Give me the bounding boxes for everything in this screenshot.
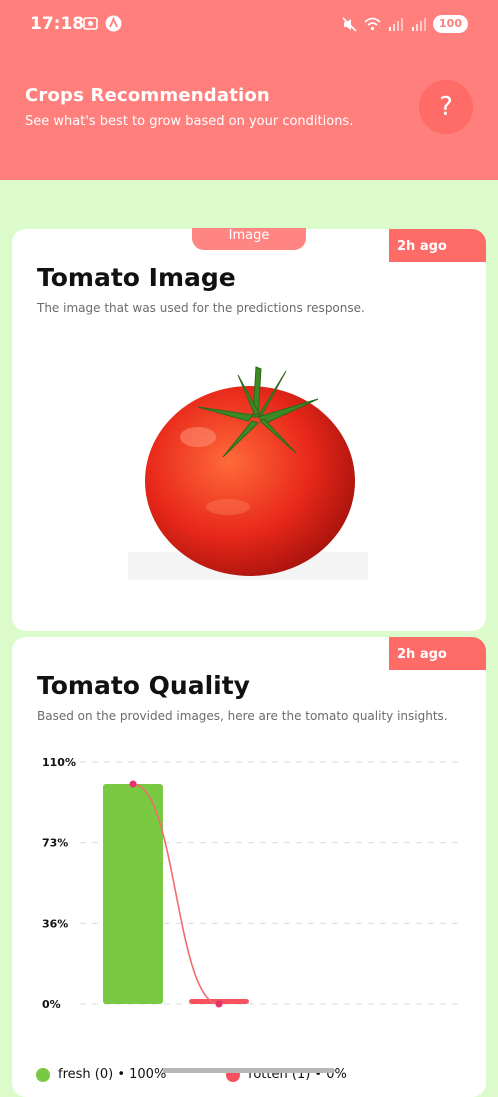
y-tick-label: 36% [42,917,68,930]
help-button[interactable]: ? [419,80,473,134]
data-point-fresh [129,780,137,788]
home-indicator[interactable] [163,1068,335,1073]
tomato-quality-card: 2h ago Tomato Quality Based on the provi… [12,637,486,1097]
status-icons-left [82,15,122,32]
y-tick-label: 0% [42,998,61,1011]
wifi-icon [364,16,381,33]
y-tick-label: 73% [42,837,68,850]
battery-icon: 100 [433,15,468,33]
help-icon: ? [439,92,453,122]
card-description: The image that was used for the predicti… [37,301,365,315]
signal-icon [410,16,427,33]
status-bar: 17:18 100 [0,0,498,52]
legend-dot-fresh [36,1067,50,1082]
card-title: Tomato Image [37,263,236,292]
quality-chart: 110% 73% 36% 0% [42,756,462,1011]
status-time: 17:18 [30,14,85,34]
status-icons-right: 100 [341,15,468,33]
time-badge: 2h ago [389,229,486,262]
tomato-image-card: Image 2h ago Tomato Image The image that… [12,228,486,631]
y-tick-label: 110% [42,756,76,769]
app-header: Crops Recommendation See what's best to … [0,52,498,180]
signal-icon [387,16,404,33]
data-point-rotten [215,1000,223,1008]
screen-record-icon [82,15,99,32]
mute-icon [341,16,358,33]
image-tag: Image [192,228,306,250]
app-a-icon [105,15,122,32]
tomato-photo [128,366,368,580]
page-subtitle: See what's best to grow based on your co… [25,114,354,129]
bar-fresh [103,784,163,1004]
page-title: Crops Recommendation [25,85,270,106]
